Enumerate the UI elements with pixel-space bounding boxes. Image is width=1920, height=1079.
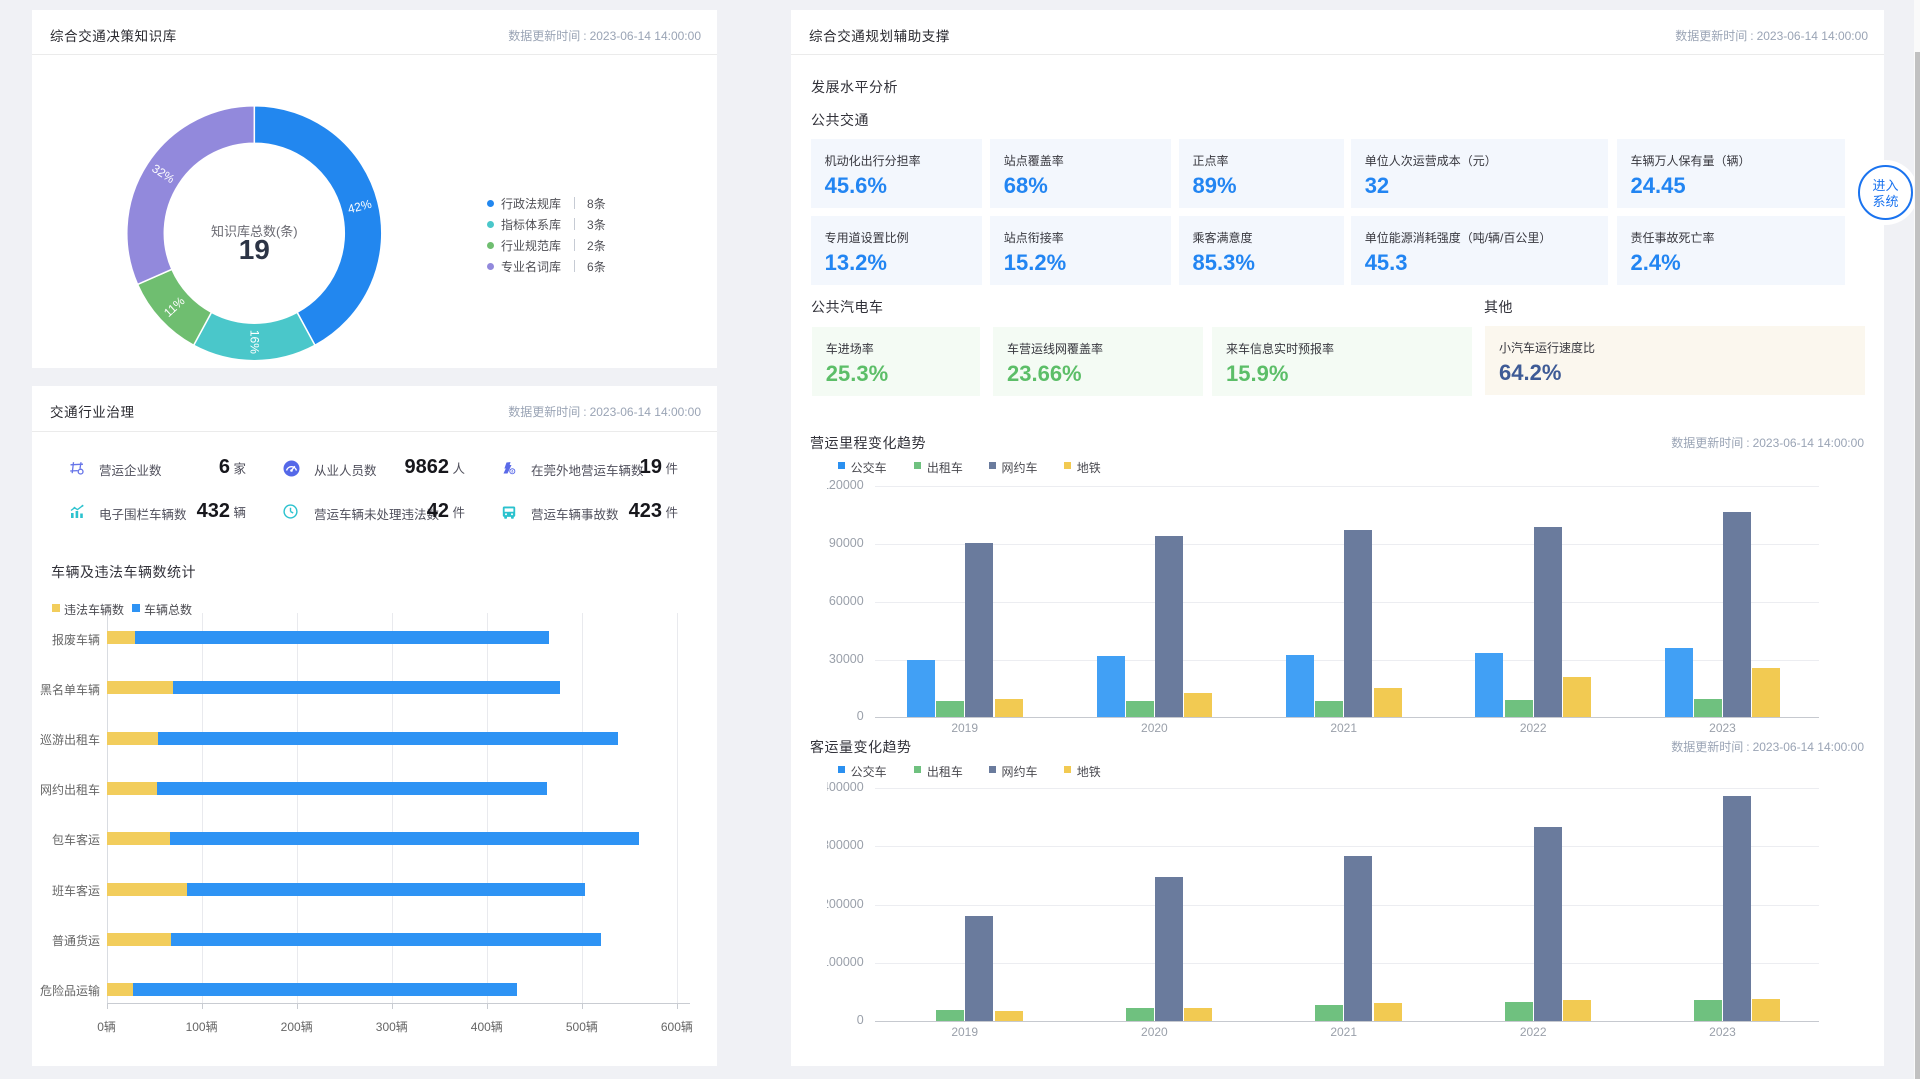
svg-text:16%: 16% <box>247 330 261 354</box>
